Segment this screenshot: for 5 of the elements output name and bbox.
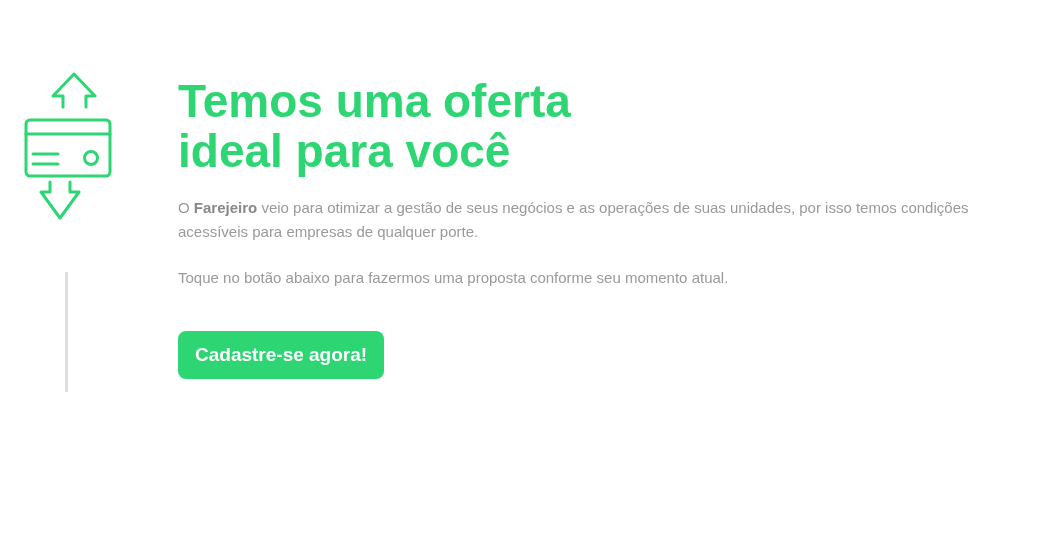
- paragraph: Toque no botão abaixo para fazermos uma proposta conforme seu momento atual.: [178, 268, 730, 288]
- paragraph: O Farejeiro veio para otimizar a gestão de seus negócios e as operações de suas unidades, por isso temos condições acessíveis para empresas de qualquer porte.: [178, 198, 970, 242]
- signup-button[interactable]: Cadastre-se agora!: [178, 331, 385, 379]
- card-transfer-icon: [24, 72, 113, 222]
- heading: Temos uma oferta ideal para você: [178, 76, 572, 176]
